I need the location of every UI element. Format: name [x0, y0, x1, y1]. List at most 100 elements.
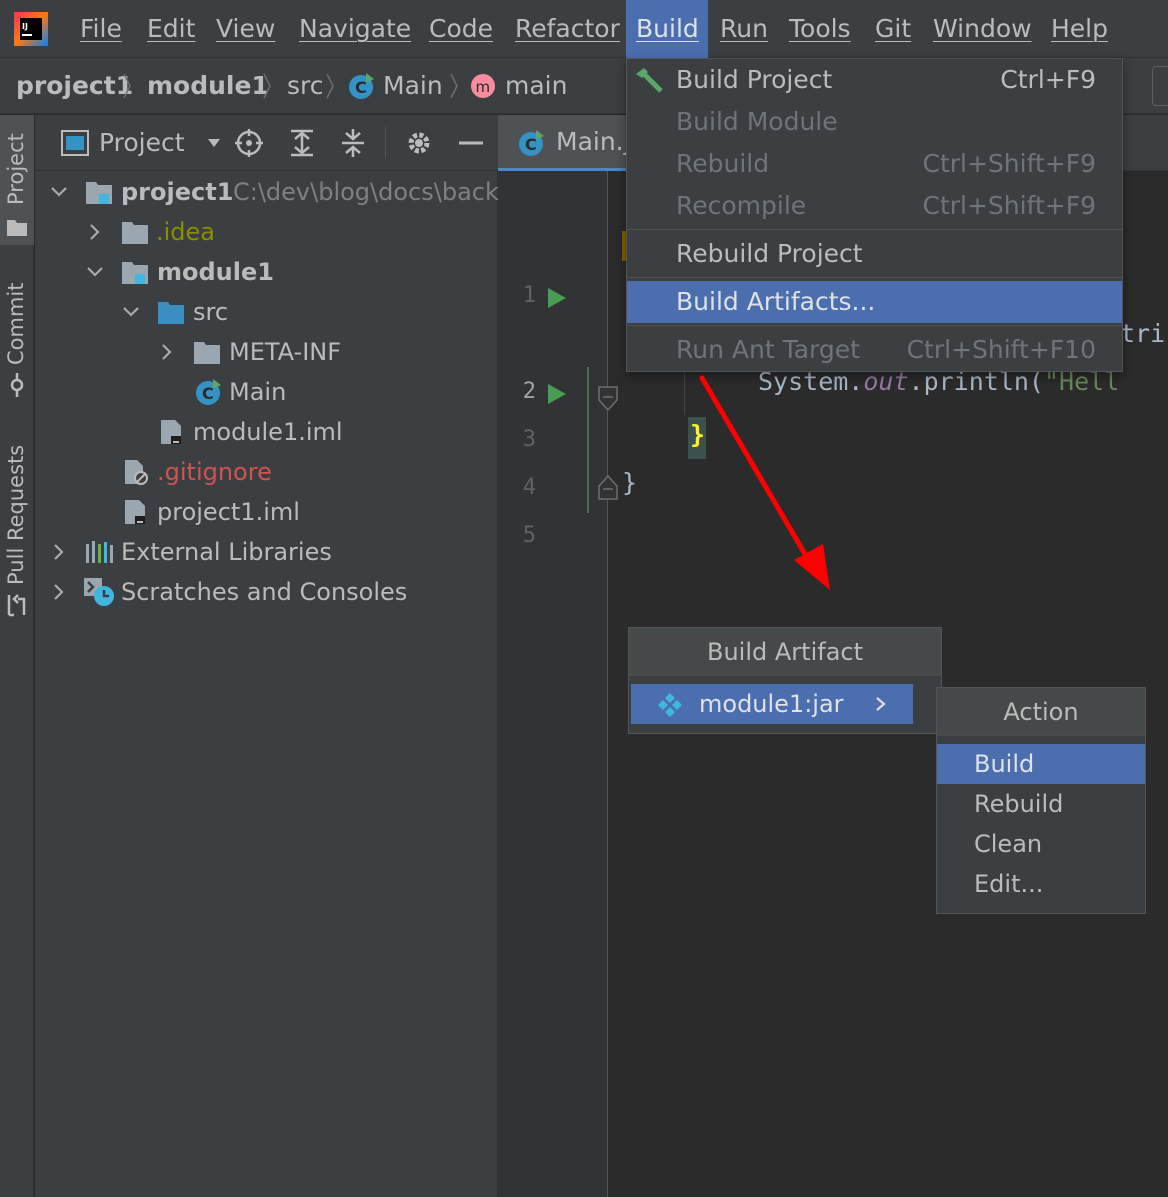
- hide-panel-icon[interactable]: [456, 128, 486, 158]
- chevron-down-icon[interactable]: [121, 302, 141, 322]
- build-artifact-popup: Build Artifact module1:jar: [628, 627, 942, 734]
- run-class-icon[interactable]: [546, 287, 568, 309]
- breadcrumb-src[interactable]: src: [287, 58, 324, 114]
- pull-request-icon: [7, 594, 26, 617]
- collapse-all-icon[interactable]: [338, 128, 368, 158]
- menu-separator: [627, 325, 1122, 326]
- menu-bar: IJ File Edit View Navigate Code Refactor…: [0, 0, 1168, 58]
- toolbar-run-config[interactable]: [1152, 66, 1168, 106]
- indent-guide: [684, 365, 685, 415]
- menu-item-shortcut: Ctrl+Shift+F10: [906, 335, 1096, 364]
- dropdown-arrow-icon[interactable]: [207, 137, 221, 149]
- artifact-item-module1-jar[interactable]: module1:jar: [631, 684, 913, 724]
- tree-item-module1[interactable]: module1: [35, 252, 498, 292]
- menu-item-label: Recompile: [676, 191, 807, 220]
- action-clean[interactable]: Clean: [937, 824, 1145, 864]
- tree-item-gitignore[interactable]: .gitignore: [35, 452, 498, 492]
- chevron-down-icon[interactable]: [85, 262, 105, 282]
- breadcrumb-project[interactable]: project1: [16, 58, 133, 114]
- tab-commit[interactable]: Commit: [0, 265, 34, 405]
- tree-item-idea[interactable]: .idea: [35, 212, 498, 252]
- chevron-right-icon[interactable]: [49, 542, 69, 562]
- tab-project-label: Project: [4, 133, 28, 205]
- tree-item-src[interactable]: src: [35, 292, 498, 332]
- breadcrumb-main-method[interactable]: main: [505, 58, 567, 114]
- breadcrumb-module[interactable]: module1: [147, 58, 269, 114]
- menu-item-shortcut: Ctrl+Shift+F9: [922, 191, 1097, 220]
- menu-item-run-ant-target[interactable]: Run Ant Target Ctrl+Shift+F10: [627, 329, 1122, 371]
- menu-window[interactable]: Window: [923, 0, 1042, 58]
- breadcrumb-main-class[interactable]: Main: [383, 58, 443, 114]
- expand-all-icon[interactable]: [287, 128, 317, 158]
- chevron-right-icon: [326, 73, 334, 99]
- menu-item-label: Run Ant Target: [676, 335, 860, 364]
- tree-label: src: [193, 298, 229, 326]
- svg-text:C: C: [355, 78, 367, 97]
- chevron-down-icon[interactable]: [49, 182, 69, 202]
- action-edit[interactable]: Edit...: [937, 864, 1145, 904]
- tab-project[interactable]: Project: [0, 115, 34, 245]
- menu-item-rebuild-project[interactable]: Rebuild Project: [627, 233, 1122, 275]
- menu-item-build-project[interactable]: Build Project Ctrl+F9: [627, 59, 1122, 101]
- project-tool-window: Project project1 C:\dev\blog\docs\back- …: [35, 115, 508, 1197]
- menu-refactor[interactable]: Refactor: [505, 0, 630, 58]
- menu-help[interactable]: Help: [1041, 0, 1118, 58]
- line-number: 3: [522, 427, 536, 452]
- artifact-label: module1:jar: [699, 690, 844, 718]
- library-icon: [86, 541, 113, 563]
- project-panel-header: Project: [35, 115, 498, 171]
- tab-pull-requests[interactable]: Pull Requests: [0, 435, 34, 625]
- editor-tab-main[interactable]: C Main.j: [498, 115, 638, 171]
- line-number: 4: [522, 475, 536, 500]
- chevron-right-icon: [450, 73, 458, 99]
- module-folder-icon: [86, 182, 112, 204]
- action-build[interactable]: Build: [937, 744, 1145, 784]
- line-number: 2: [522, 379, 536, 404]
- tree-item-external-libraries[interactable]: External Libraries: [35, 532, 498, 572]
- java-class-icon: C: [349, 73, 374, 99]
- menu-item-recompile[interactable]: Recompile Ctrl+Shift+F9: [627, 185, 1122, 227]
- chevron-right-icon[interactable]: [49, 582, 69, 602]
- tab-pull-requests-label: Pull Requests: [4, 444, 28, 585]
- project-view-selector[interactable]: Project: [99, 115, 185, 171]
- popup-title: Action: [937, 688, 1145, 736]
- tree-label: META-INF: [229, 338, 342, 366]
- tree-label: module1: [157, 258, 274, 286]
- menu-item-build-module[interactable]: Build Module: [627, 101, 1122, 143]
- tree-item-meta-inf[interactable]: META-INF: [35, 332, 498, 372]
- artifact-icon: [658, 693, 682, 717]
- tree-label: External Libraries: [121, 538, 332, 566]
- folder-icon: [122, 222, 148, 244]
- fold-close-icon[interactable]: [598, 474, 618, 500]
- menu-item-build-artifacts[interactable]: Build Artifacts...: [627, 281, 1122, 323]
- tree-item-project1-iml[interactable]: project1.iml: [35, 492, 498, 532]
- svg-text:m: m: [476, 78, 491, 96]
- chevron-right-icon[interactable]: [157, 342, 177, 362]
- locate-file-icon[interactable]: [234, 128, 264, 158]
- ignored-file-icon: [125, 460, 148, 485]
- svg-text:C: C: [202, 384, 214, 403]
- project-path-hint: C:\dev\blog\docs\back-: [233, 178, 508, 206]
- menu-item-shortcut: Ctrl+F9: [1000, 65, 1096, 94]
- tree-item-main[interactable]: C Main: [35, 372, 498, 412]
- menu-tools[interactable]: Tools: [779, 0, 861, 58]
- menu-build[interactable]: Build: [626, 0, 708, 58]
- code-line-2: tri: [1120, 319, 1166, 348]
- gear-icon[interactable]: [404, 128, 434, 158]
- chevron-right-icon[interactable]: [85, 222, 105, 242]
- menu-git[interactable]: Git: [865, 0, 921, 58]
- run-method-icon[interactable]: [546, 383, 568, 405]
- menu-navigate[interactable]: Navigate: [289, 0, 421, 58]
- fold-open-icon[interactable]: [598, 386, 618, 412]
- tree-item-scratches[interactable]: Scratches and Consoles: [35, 572, 498, 612]
- menu-file[interactable]: File: [70, 0, 132, 58]
- menu-edit[interactable]: Edit: [137, 0, 205, 58]
- tree-item-module1-iml[interactable]: module1.iml: [35, 412, 498, 452]
- menu-item-rebuild[interactable]: Rebuild Ctrl+Shift+F9: [627, 143, 1122, 185]
- java-class-icon: C: [519, 130, 544, 156]
- action-rebuild[interactable]: Rebuild: [937, 784, 1145, 824]
- menu-code[interactable]: Code: [419, 0, 503, 58]
- tree-item-project1[interactable]: project1 C:\dev\blog\docs\back-: [35, 172, 508, 212]
- menu-view[interactable]: View: [206, 0, 285, 58]
- menu-run[interactable]: Run: [710, 0, 778, 58]
